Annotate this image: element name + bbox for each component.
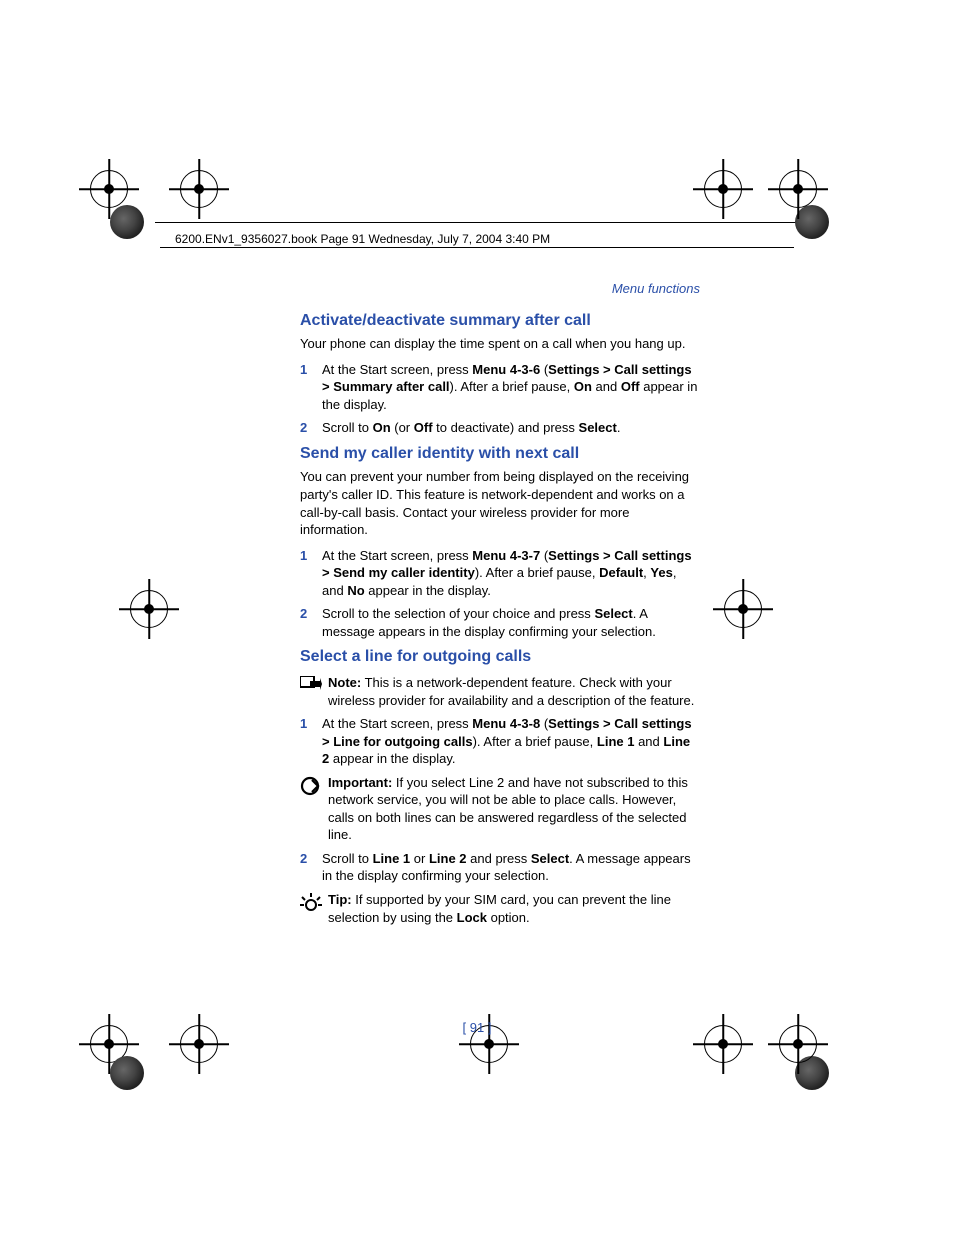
step-item: 2 Scroll to the selection of your choice… — [300, 605, 700, 640]
heading-select-line: Select a line for outgoing calls — [300, 646, 700, 668]
step-item: 2 Scroll to Line 1 or Line 2 and press S… — [300, 850, 700, 885]
step-body: At the Start screen, press Menu 4-3-8 (S… — [322, 715, 700, 768]
crop-mark — [704, 1025, 784, 1105]
important-icon — [300, 774, 328, 801]
tip-block: Tip: If supported by your SIM card, you … — [300, 891, 700, 926]
heading-summary-after-call: Activate/deactivate summary after call — [300, 310, 700, 332]
step-body: At the Start screen, press Menu 4-3-7 (S… — [322, 547, 700, 600]
step-number: 2 — [300, 850, 322, 885]
note-icon — [300, 674, 328, 697]
crop-mark — [724, 590, 804, 670]
step-body: At the Start screen, press Menu 4-3-6 (S… — [322, 361, 700, 414]
step-item: 2 Scroll to On (or Off to deactivate) an… — [300, 419, 700, 437]
page-content: Menu functions Activate/deactivate summa… — [300, 280, 700, 932]
step-item: 1 At the Start screen, press Menu 4-3-7 … — [300, 547, 700, 600]
registration-dot — [110, 1056, 144, 1090]
important-text: Important: If you select Line 2 and have… — [328, 774, 700, 844]
step-item: 1 At the Start screen, press Menu 4-3-6 … — [300, 361, 700, 414]
crop-mark — [130, 590, 210, 670]
step-number: 1 — [300, 361, 322, 414]
intro-text: You can prevent your number from being d… — [300, 468, 700, 538]
step-body: Scroll to Line 1 or Line 2 and press Sel… — [322, 850, 700, 885]
page-number: [ 91 ] — [0, 1020, 954, 1035]
intro-text: Your phone can display the time spent on… — [300, 335, 700, 353]
print-header-rule — [160, 247, 794, 248]
print-header: 6200.ENv1_9356027.book Page 91 Wednesday… — [175, 232, 550, 246]
tip-text: Tip: If supported by your SIM card, you … — [328, 891, 700, 926]
step-number: 2 — [300, 605, 322, 640]
step-number: 1 — [300, 547, 322, 600]
step-body: Scroll to On (or Off to deactivate) and … — [322, 419, 700, 437]
tip-icon — [300, 891, 328, 918]
step-body: Scroll to the selection of your choice a… — [322, 605, 700, 640]
crop-mark — [779, 170, 859, 250]
important-block: Important: If you select Line 2 and have… — [300, 774, 700, 844]
note-text: Note: This is a network-dependent featur… — [328, 674, 700, 709]
step-number: 2 — [300, 419, 322, 437]
registration-dot — [110, 205, 144, 239]
step-number: 1 — [300, 715, 322, 768]
crop-mark — [180, 1025, 260, 1105]
note-block: Note: This is a network-dependent featur… — [300, 674, 700, 709]
crop-mark — [779, 1025, 859, 1105]
step-item: 1 At the Start screen, press Menu 4-3-8 … — [300, 715, 700, 768]
crop-mark — [470, 1025, 550, 1105]
section-label: Menu functions — [300, 280, 700, 298]
crop-mark — [704, 170, 784, 250]
heading-caller-identity: Send my caller identity with next call — [300, 443, 700, 465]
